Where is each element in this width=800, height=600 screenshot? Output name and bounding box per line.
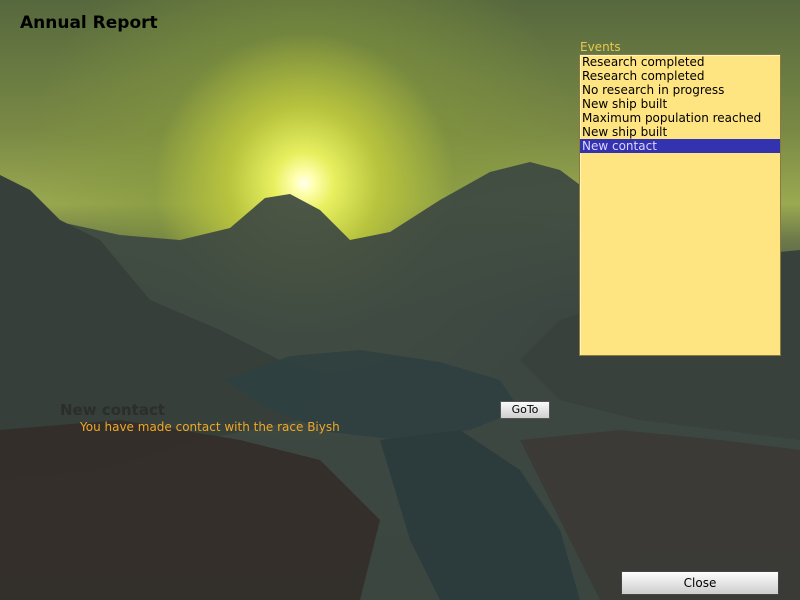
event-detail-title: New contact: [60, 401, 166, 419]
event-item[interactable]: Research completed: [580, 69, 780, 83]
event-detail-message: You have made contact with the race Biys…: [80, 420, 340, 434]
event-item[interactable]: New ship built: [580, 97, 780, 111]
event-item[interactable]: No research in progress: [580, 83, 780, 97]
events-label: Events: [580, 40, 621, 54]
event-item[interactable]: Research completed: [580, 55, 780, 69]
event-item[interactable]: Maximum population reached: [580, 111, 780, 125]
close-button[interactable]: Close: [621, 571, 779, 595]
event-item-selected[interactable]: New contact: [580, 139, 780, 153]
page-title: Annual Report: [20, 13, 158, 33]
goto-button[interactable]: GoTo: [500, 401, 550, 419]
events-list[interactable]: Research completed Research completed No…: [579, 54, 781, 356]
event-item[interactable]: New ship built: [580, 125, 780, 139]
